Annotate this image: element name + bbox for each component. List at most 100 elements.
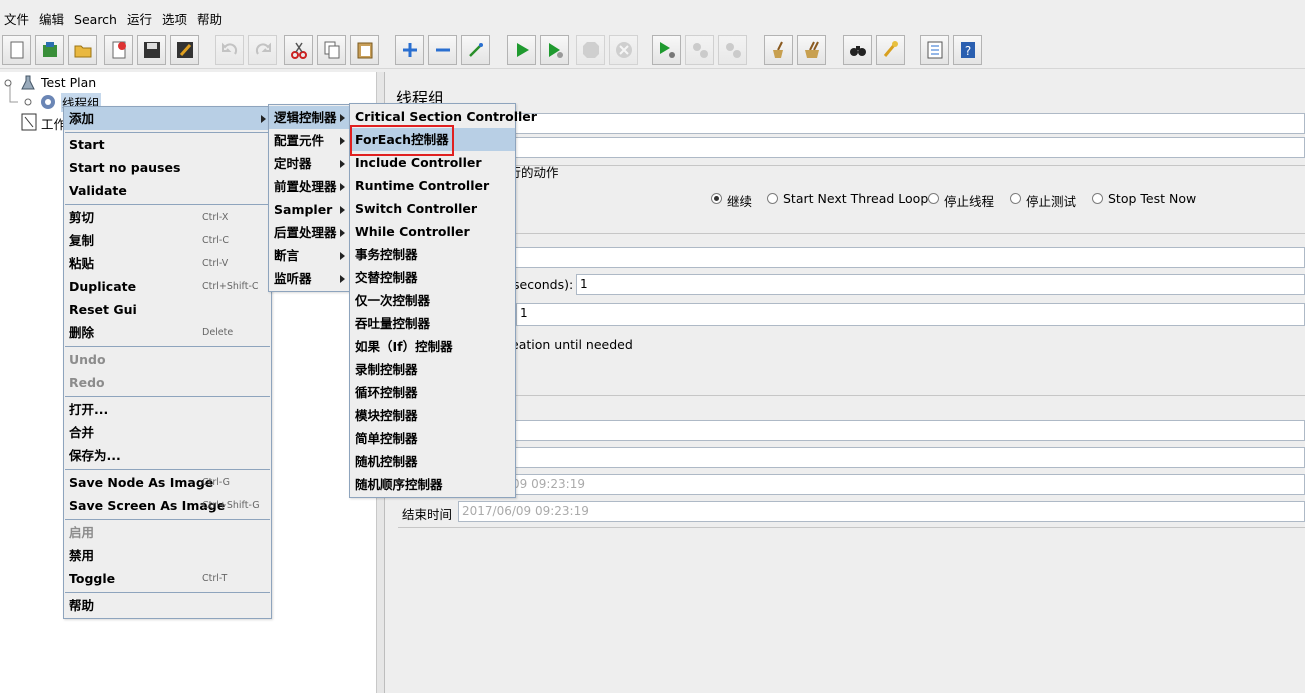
duration-field[interactable]	[386, 420, 1305, 441]
menu-start-no-pauses[interactable]: Start no pauses	[64, 156, 271, 179]
menu-merge[interactable]: 合并	[64, 421, 271, 444]
tree-node-test-plan[interactable]: Test Plan	[41, 75, 96, 90]
remote-shutdown-button[interactable]	[718, 35, 747, 65]
help-button[interactable]: ?	[953, 35, 982, 65]
reset-search-button[interactable]	[876, 35, 905, 65]
start-no-pauses-button[interactable]	[540, 35, 569, 65]
function-helper-button[interactable]	[920, 35, 949, 65]
remote-stop-button[interactable]	[685, 35, 714, 65]
new-button[interactable]	[2, 35, 31, 65]
threads-field[interactable]	[386, 247, 1305, 268]
start-button[interactable]	[507, 35, 536, 65]
undo-button[interactable]	[215, 35, 244, 65]
controller-throughput[interactable]: 吞吐量控制器	[350, 312, 515, 335]
rampup-field[interactable]: 1	[576, 274, 1305, 295]
controller-interleave[interactable]: 交替控制器	[350, 266, 515, 289]
menu-save-as[interactable]: 保存为...	[64, 444, 271, 467]
stop-button[interactable]	[576, 35, 605, 65]
menu-toggle[interactable]: Toggle Ctrl-T	[64, 567, 271, 590]
redo-icon	[255, 42, 271, 55]
menu-toggle-label: Toggle	[69, 571, 116, 586]
menu-save-screen-image-shortcut: Ctrl+Shift-G	[202, 500, 260, 511]
clear-button[interactable]	[764, 35, 793, 65]
clear-all-button[interactable]	[797, 35, 826, 65]
menu-delete[interactable]: 删除 Delete	[64, 321, 271, 344]
menu-options[interactable]: 选项	[158, 9, 193, 31]
submenu-sampler[interactable]: Sampler	[269, 198, 350, 221]
menu-disable[interactable]: 禁用	[64, 544, 271, 567]
paste-button[interactable]	[350, 35, 379, 65]
loop-count-field[interactable]: 1	[516, 303, 1305, 326]
open-button[interactable]	[68, 35, 97, 65]
menu-help[interactable]: 帮助	[64, 594, 271, 617]
submenu-config-element[interactable]: 配置元件	[269, 129, 350, 152]
controller-recording[interactable]: 录制控制器	[350, 358, 515, 381]
redo-button[interactable]	[248, 35, 277, 65]
radio-start-next-loop-label: Start Next Thread Loop	[783, 191, 929, 206]
controller-switch[interactable]: Switch Controller	[350, 197, 515, 220]
submenu-assertion[interactable]: 断言	[269, 244, 350, 267]
menu-validate[interactable]: Validate	[64, 179, 271, 202]
end-time-field[interactable]: 2017/06/09 09:23:19	[458, 501, 1305, 522]
menu-undo[interactable]: Undo	[64, 348, 271, 371]
menu-enable[interactable]: 启用	[64, 521, 271, 544]
remote-start-button[interactable]	[652, 35, 681, 65]
radio-continue-label: 继续	[727, 194, 753, 209]
start-time-field[interactable]: 09 09:23:19	[386, 474, 1305, 495]
submenu-logic-controller[interactable]: 逻辑控制器	[269, 106, 350, 129]
radio-start-next-loop[interactable]	[767, 193, 778, 204]
radio-stop-test-now[interactable]	[1092, 193, 1103, 204]
save-button[interactable]	[137, 35, 166, 65]
play-icon	[517, 43, 529, 57]
menu-duplicate[interactable]: Duplicate Ctrl+Shift-C	[64, 275, 271, 298]
menu-search[interactable]: Search	[70, 9, 123, 31]
radio-stop-test[interactable]	[1010, 193, 1021, 204]
controller-transaction[interactable]: 事务控制器	[350, 243, 515, 266]
startup-delay-field[interactable]	[386, 447, 1305, 468]
shutdown-button[interactable]	[609, 35, 638, 65]
controller-runtime[interactable]: Runtime Controller	[350, 174, 515, 197]
controller-if[interactable]: 如果（If）控制器	[350, 335, 515, 358]
radio-stop-thread[interactable]	[928, 193, 939, 204]
menu-start[interactable]: Start	[64, 133, 271, 156]
collapse-all-button[interactable]	[428, 35, 457, 65]
controller-simple[interactable]: 简单控制器	[350, 427, 515, 450]
controller-loop[interactable]: 循环控制器	[350, 381, 515, 404]
submenu-listener[interactable]: 监听器	[269, 267, 350, 290]
expand-all-button[interactable]	[395, 35, 424, 65]
menu-save-screen-image[interactable]: Save Screen As Image Ctrl+Shift-G	[64, 494, 271, 517]
submenu-timer[interactable]: 定时器	[269, 152, 350, 175]
submenu-post-processor[interactable]: 后置处理器	[269, 221, 350, 244]
cut-button[interactable]	[284, 35, 313, 65]
menu-paste[interactable]: 粘贴 Ctrl-V	[64, 252, 271, 275]
menu-save-node-image[interactable]: Save Node As Image Ctrl-G	[64, 471, 271, 494]
paste-icon	[357, 42, 373, 59]
menu-separator	[65, 204, 270, 205]
controller-once-only[interactable]: 仅一次控制器	[350, 289, 515, 312]
logic-controller-submenu: Critical Section Controller ForEach控制器 I…	[349, 103, 537, 498]
comments-field[interactable]	[386, 137, 1305, 158]
close-button[interactable]	[104, 35, 133, 65]
search-button[interactable]	[843, 35, 872, 65]
menu-edit[interactable]: 编辑	[35, 9, 70, 31]
controller-random[interactable]: 随机控制器	[350, 450, 515, 473]
copy-button[interactable]	[317, 35, 346, 65]
menu-run[interactable]: 运行	[123, 9, 158, 31]
save-snapshot-button[interactable]	[170, 35, 199, 65]
menu-reset-gui[interactable]: Reset Gui	[64, 298, 271, 321]
controller-random-order[interactable]: 随机顺序控制器	[350, 473, 515, 496]
menu-copy[interactable]: 复制 Ctrl-C	[64, 229, 271, 252]
radio-continue[interactable]	[711, 193, 722, 204]
menu-cut[interactable]: 剪切 Ctrl-X	[64, 206, 271, 229]
menu-add[interactable]: 添加	[64, 107, 271, 130]
menu-redo[interactable]: Redo	[64, 371, 271, 394]
controller-while[interactable]: While Controller	[350, 220, 515, 243]
menu-help[interactable]: 帮助	[193, 9, 228, 31]
menu-open[interactable]: 打开...	[64, 398, 271, 421]
submenu-pre-processor[interactable]: 前置处理器	[269, 175, 350, 198]
rampup-label: seconds):	[513, 277, 574, 292]
templates-button[interactable]	[35, 35, 64, 65]
menu-file[interactable]: 文件	[0, 9, 35, 31]
toggle-button[interactable]	[461, 35, 490, 65]
controller-module[interactable]: 模块控制器	[350, 404, 515, 427]
